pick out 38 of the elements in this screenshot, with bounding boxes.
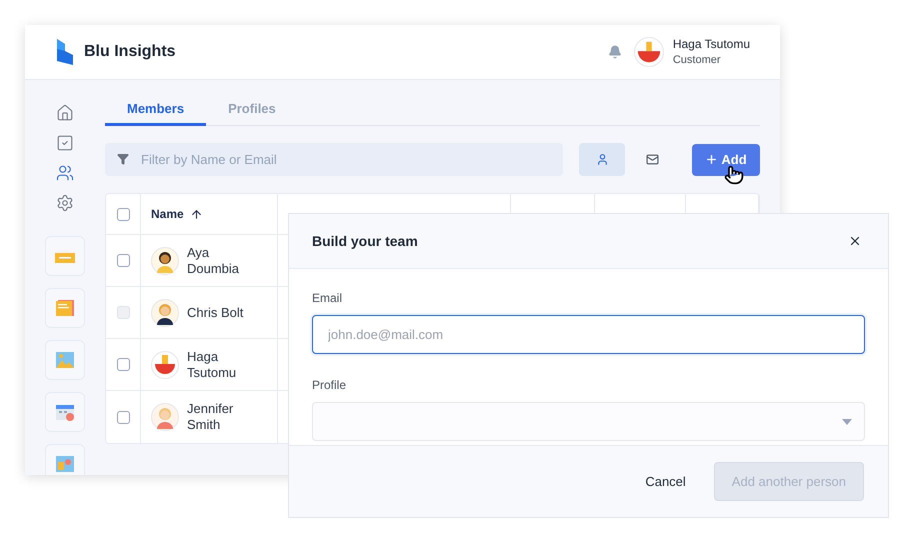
field-label: Profile — [312, 377, 348, 394]
avatar — [151, 246, 179, 274]
filter-field[interactable]: Filter by Name or Email — [105, 143, 563, 176]
row-checkbox[interactable] — [116, 358, 130, 371]
avatar — [151, 298, 179, 326]
row-checkbox[interactable] — [116, 254, 130, 267]
filter-icon — [117, 153, 129, 165]
tab[interactable]: Members — [105, 94, 206, 126]
person-icon — [596, 153, 608, 166]
member-name: Jennifer Smith — [187, 401, 234, 433]
member-name: Chris Bolt — [187, 304, 244, 320]
settings-icon[interactable] — [56, 194, 74, 212]
member-name: Aya Doumbia — [187, 244, 240, 276]
user-name: Haga Tsutomu — [672, 36, 750, 52]
home-icon[interactable] — [56, 104, 74, 122]
avatar — [151, 403, 179, 431]
cancel-button[interactable]: Cancel — [639, 462, 692, 501]
member-name: Haga Tsutomu — [187, 348, 238, 380]
logo-icon — [55, 38, 75, 66]
row-checkbox[interactable] — [116, 410, 130, 424]
select-all-checkbox[interactable] — [116, 208, 130, 220]
checkbox-icon[interactable] — [56, 134, 74, 152]
email-field[interactable]: john.doe@mail.com — [312, 315, 865, 354]
cursor-icon — [724, 164, 744, 184]
app-name: Blu Insights — [84, 42, 176, 62]
dialog-title: Build your team — [312, 232, 418, 251]
user-avatar[interactable] — [636, 39, 662, 65]
column-header[interactable]: Name — [151, 205, 184, 223]
user-role: Customer — [672, 54, 722, 68]
avatar — [151, 350, 179, 378]
notification-bell-icon[interactable] — [608, 45, 622, 59]
add-button[interactable]: Add — [692, 144, 760, 176]
field-label: Email — [312, 290, 344, 307]
users-icon[interactable] — [56, 164, 74, 182]
dropdown-caret-icon — [842, 418, 852, 424]
plus-icon — [705, 153, 718, 166]
mail-icon — [646, 153, 658, 166]
close-icon — [848, 234, 862, 248]
